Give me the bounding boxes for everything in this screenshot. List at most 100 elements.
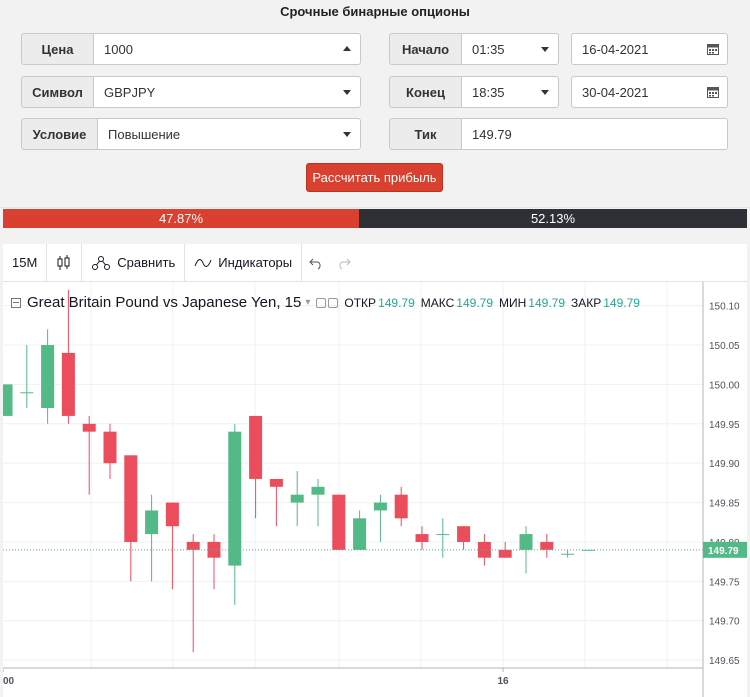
- start-date-row: 16-04-2021: [571, 33, 728, 65]
- symbol-label: Символ: [21, 76, 93, 108]
- last-price-label: 149.79: [708, 546, 739, 557]
- candles-icon: [57, 254, 70, 270]
- candle-body: [165, 502, 179, 527]
- close-label: ЗАКР: [571, 295, 602, 310]
- indicators-label: Индикаторы: [218, 255, 293, 270]
- candle-body: [561, 553, 575, 555]
- candle-body: [103, 431, 117, 464]
- options-form-panel: Срочные бинарные опционы Цена 1000 Начал…: [0, 0, 750, 208]
- candle-body: [519, 534, 533, 550]
- condition-select[interactable]: Повышение: [97, 118, 361, 150]
- start-label: Начало: [389, 33, 461, 65]
- chart-style-button[interactable]: [47, 243, 83, 282]
- candle-body: [290, 494, 304, 503]
- tick-field: 149.79: [461, 118, 728, 150]
- calendar-icon[interactable]: [707, 86, 719, 98]
- y-tick-label: 150.10: [709, 302, 740, 313]
- high-label: МАКС: [420, 295, 455, 310]
- symbol-value: GBPJPY: [104, 84, 156, 100]
- down-percent: 52.13%: [530, 211, 576, 226]
- candle-body: [61, 352, 75, 416]
- page-title: Срочные бинарные опционы: [280, 4, 470, 19]
- price-chart-widget: 15M Сравнить Индикаторы 150.10 150.05 15…: [3, 243, 747, 697]
- redo-icon: [339, 258, 351, 269]
- high-value: 149.79: [456, 295, 493, 310]
- tick-value: 149.79: [472, 126, 512, 142]
- compare-icon: [92, 255, 111, 270]
- candle-body: [457, 526, 471, 542]
- y-tick-label: 149.95: [709, 420, 740, 431]
- compare-label: Сравнить: [117, 255, 176, 270]
- x-tick-label: 16: [497, 676, 509, 687]
- undo-button[interactable]: [302, 244, 330, 282]
- low-value: 149.79: [528, 295, 565, 310]
- chevron-down-icon: [343, 132, 351, 137]
- close-value: 149.79: [603, 295, 640, 310]
- candle-body: [311, 486, 325, 495]
- condition-row: Условие Повышение: [21, 118, 361, 150]
- start-date-input[interactable]: 16-04-2021: [571, 33, 728, 65]
- start-time-value: 01:35: [472, 41, 505, 57]
- candle-body: [477, 541, 491, 558]
- candle-body: [373, 502, 387, 511]
- end-row: Конец 18:35: [389, 76, 559, 108]
- indicators-button[interactable]: Индикаторы: [185, 243, 303, 282]
- symbol-select[interactable]: GBPJPY: [93, 76, 361, 108]
- up-ratio-bar: 47.87%: [3, 209, 359, 228]
- y-tick-label: 150.05: [709, 341, 740, 352]
- open-label: ОТКР: [344, 295, 377, 310]
- y-tick-label: 150.00: [709, 380, 740, 391]
- y-tick-label: 149.75: [709, 577, 740, 588]
- candle-body: [415, 534, 429, 542]
- candle-body: [228, 431, 242, 566]
- chevron-down-icon: [343, 90, 351, 95]
- candle-body: [249, 415, 263, 479]
- compare-button[interactable]: Сравнить: [82, 243, 186, 282]
- start-date-value: 16-04-2021: [582, 41, 649, 57]
- price-value: 1000: [104, 41, 133, 57]
- end-time-select[interactable]: 18:35: [461, 76, 559, 108]
- interval-button[interactable]: 15M: [3, 243, 48, 282]
- candle-body: [41, 345, 55, 409]
- candle-body: [145, 510, 159, 535]
- y-tick-label: 149.90: [709, 459, 740, 470]
- candlestick-chart[interactable]: 150.10 150.05 150.00 149.95 149.90 149.85 149.…: [3, 282, 747, 697]
- price-row: Цена 1000: [21, 33, 361, 65]
- end-date-value: 30-04-2021: [582, 84, 649, 100]
- calendar-icon[interactable]: [707, 43, 719, 55]
- candle-body: [269, 478, 283, 487]
- candle-body: [3, 384, 13, 416]
- open-value: 149.79: [378, 295, 415, 310]
- collapse-icon[interactable]: [11, 297, 21, 308]
- down-ratio-bar: 52.13%: [359, 209, 747, 228]
- tick-row: Тик 149.79: [389, 118, 728, 150]
- end-date-row: 30-04-2021: [571, 76, 728, 108]
- end-date-input[interactable]: 30-04-2021: [571, 76, 728, 108]
- chevron-down-icon: [541, 90, 549, 95]
- symbol-row: Символ GBPJPY: [21, 76, 361, 108]
- chart-legend: Great Britain Pound vs Japanese Yen, 15 …: [11, 294, 640, 311]
- tick-label: Тик: [389, 118, 461, 150]
- y-tick-label: 149.65: [709, 656, 740, 667]
- candle-body: [498, 549, 512, 558]
- indicators-icon: [194, 258, 212, 267]
- candle-body: [20, 392, 34, 394]
- caret-up-icon[interactable]: [343, 46, 351, 51]
- eye-icon[interactable]: [316, 297, 327, 308]
- y-tick-label: 149.70: [709, 617, 740, 628]
- candle-body: [186, 541, 200, 550]
- condition-value: Повышение: [108, 126, 181, 142]
- start-time-select[interactable]: 01:35: [461, 33, 559, 65]
- settings-icon[interactable]: [328, 297, 339, 308]
- redo-button[interactable]: [330, 244, 358, 282]
- calculate-profit-button[interactable]: Рассчитать прибыль: [306, 163, 443, 192]
- chevron-down-icon[interactable]: ▾: [305, 297, 310, 308]
- candle-body: [332, 494, 346, 550]
- end-time-value: 18:35: [472, 84, 505, 100]
- interval-label: 15M: [12, 255, 38, 270]
- end-label: Конец: [389, 76, 461, 108]
- price-stepper[interactable]: 1000: [93, 33, 361, 65]
- x-tick-label: 00: [3, 676, 15, 687]
- start-row: Начало 01:35: [389, 33, 559, 65]
- undo-icon: [309, 258, 321, 269]
